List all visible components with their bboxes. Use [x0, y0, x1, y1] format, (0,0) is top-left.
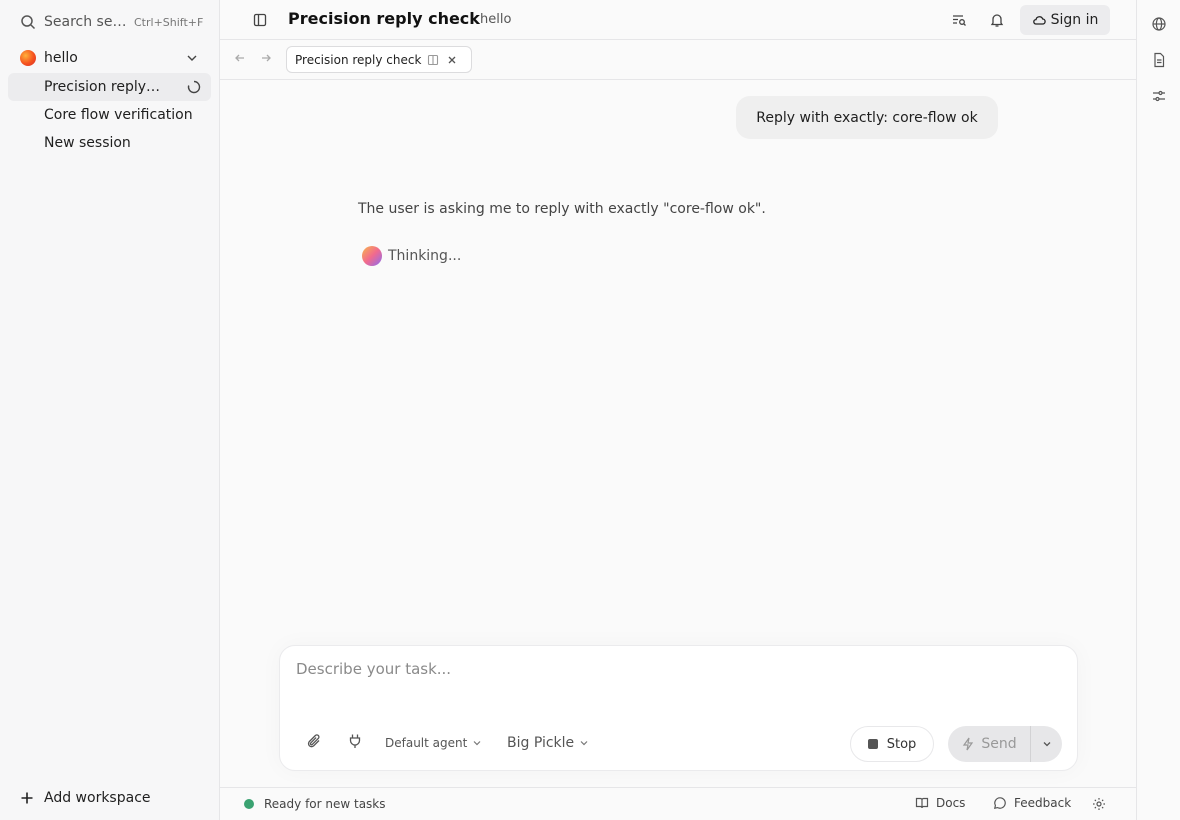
- search-icon: [20, 14, 36, 30]
- top-header: Precision reply check hello Sign in: [220, 0, 1136, 40]
- thinking-orb-icon: [362, 246, 382, 266]
- notifications-button[interactable]: [983, 6, 1011, 34]
- back-arrow-icon[interactable]: [234, 52, 246, 64]
- status-indicator: [244, 799, 254, 809]
- search-shortcut: Ctrl+Shift+F: [134, 15, 204, 29]
- add-workspace-label: Add workspace: [44, 790, 151, 806]
- thinking-indicator: Thinking...: [362, 246, 461, 266]
- right-rail: [1136, 0, 1180, 820]
- stop-button[interactable]: Stop: [850, 726, 934, 762]
- chevron-down-icon[interactable]: [185, 51, 199, 65]
- feedback-link[interactable]: Feedback: [993, 796, 1071, 810]
- workspace-header[interactable]: hello: [8, 44, 211, 72]
- search-placeholder: Search se…: [44, 14, 127, 30]
- page-title: Precision reply check: [288, 9, 480, 28]
- plus-icon: [20, 791, 34, 805]
- sliders-icon[interactable]: [1151, 88, 1167, 104]
- user-message: Reply with exactly: core-flow ok: [736, 96, 998, 139]
- forward-arrow-icon[interactable]: [260, 52, 272, 64]
- thinking-label: Thinking...: [388, 248, 462, 264]
- agent-label: Default agent: [385, 736, 468, 750]
- tab-precision-reply-check[interactable]: Precision reply check: [286, 46, 472, 73]
- gear-icon[interactable]: [1092, 797, 1106, 811]
- session-label: Precision reply…: [44, 79, 161, 95]
- workspace-name: hello: [44, 50, 78, 66]
- globe-icon[interactable]: [1151, 16, 1167, 32]
- sidebar-toggle-button[interactable]: [246, 6, 274, 34]
- sidebar-item-session[interactable]: New session: [8, 129, 211, 157]
- plug-icon[interactable]: [348, 733, 362, 749]
- file-icon[interactable]: [1151, 52, 1167, 68]
- bolt-icon: [961, 737, 975, 751]
- sidebar-item-session[interactable]: Core flow verification: [8, 101, 211, 129]
- assistant-reasoning: The user is asking me to reply with exac…: [358, 201, 766, 217]
- workspace-avatar: [20, 50, 36, 66]
- workspace-subtitle: hello: [480, 12, 512, 27]
- send-options-button[interactable]: [1031, 738, 1062, 750]
- sidebar: Search se… Ctrl+Shift+F hello Precision …: [0, 0, 220, 820]
- session-label: Core flow verification: [44, 107, 193, 123]
- bell-icon: [989, 12, 1005, 28]
- send-button[interactable]: Send: [948, 726, 1031, 762]
- stop-label: Stop: [886, 736, 917, 752]
- spinner-icon: [187, 80, 201, 94]
- agent-selector[interactable]: Default agent: [385, 736, 482, 750]
- session-search[interactable]: Search se… Ctrl+Shift+F: [8, 8, 211, 36]
- close-icon[interactable]: [447, 55, 457, 65]
- status-bar: Ready for new tasks Docs Feedback: [220, 787, 1136, 820]
- paperclip-icon[interactable]: [306, 733, 322, 749]
- add-workspace-button[interactable]: Add workspace: [8, 784, 211, 812]
- session-label: New session: [44, 135, 131, 151]
- docs-link[interactable]: Docs: [915, 796, 965, 810]
- split-view-icon[interactable]: [427, 54, 439, 66]
- search-list-button[interactable]: [945, 6, 973, 34]
- feedback-label: Feedback: [1014, 796, 1072, 810]
- cloud-icon: [1032, 13, 1046, 27]
- docs-label: Docs: [936, 796, 966, 810]
- tab-bar: Precision reply check: [220, 40, 1136, 80]
- stop-icon: [867, 739, 878, 749]
- tab-label: Precision reply check: [295, 52, 422, 67]
- conversation-area: Reply with exactly: core-flow ok The use…: [220, 80, 1136, 787]
- send-button-group: Send: [948, 726, 1062, 762]
- book-icon: [915, 796, 929, 810]
- list-search-icon: [951, 12, 967, 28]
- chevron-down-icon: [579, 738, 589, 748]
- model-selector[interactable]: Big Pickle: [507, 735, 589, 751]
- sidebar-toggle-icon: [252, 12, 268, 28]
- composer: Describe your task... Default agent Big …: [279, 645, 1078, 771]
- model-label: Big Pickle: [507, 735, 575, 751]
- sign-in-label: Sign in: [1050, 12, 1099, 28]
- chevron-down-icon: [472, 738, 482, 748]
- send-label: Send: [981, 736, 1017, 752]
- task-input[interactable]: Describe your task...: [296, 660, 451, 678]
- sidebar-item-session[interactable]: Precision reply…: [8, 73, 211, 101]
- chevron-down-icon: [1041, 738, 1053, 750]
- sign-in-button[interactable]: Sign in: [1020, 5, 1110, 35]
- message-icon: [993, 796, 1007, 810]
- status-text: Ready for new tasks: [264, 797, 386, 811]
